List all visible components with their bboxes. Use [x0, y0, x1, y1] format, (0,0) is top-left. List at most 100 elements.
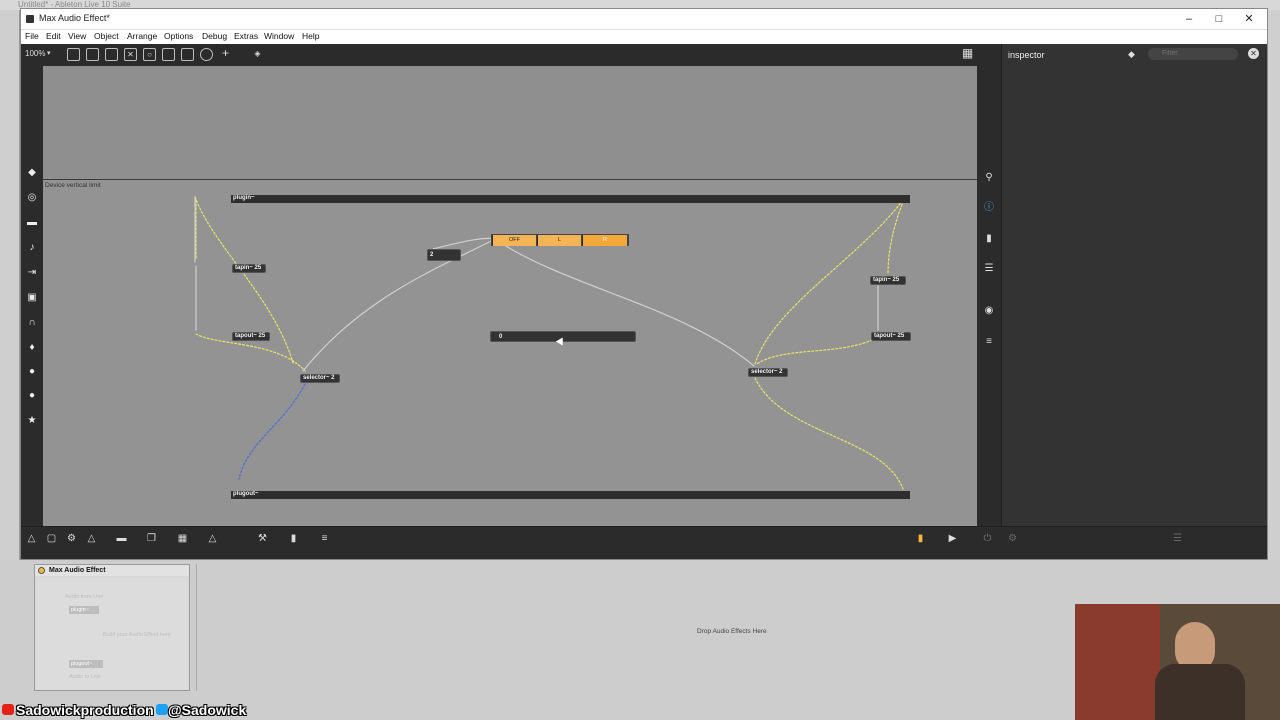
- menu-arrange[interactable]: Arrange: [127, 31, 157, 41]
- tapestry-backdrop: [1075, 604, 1160, 720]
- menu-file[interactable]: File: [25, 31, 39, 41]
- screen: Untitled* - Ableton Live 10 Suite Max Au…: [0, 0, 1280, 720]
- paint-bucket-icon[interactable]: ◈: [251, 48, 264, 61]
- star-icon[interactable]: ★: [26, 415, 38, 427]
- list-icon[interactable]: ☰: [983, 263, 995, 275]
- left-tapout-object[interactable]: tapout~ 25: [232, 332, 270, 341]
- grid-view-icon[interactable]: ▦: [961, 47, 974, 61]
- lock-icon[interactable]: △: [25, 532, 38, 545]
- settings-icon[interactable]: ⚙: [65, 532, 78, 545]
- new-object-icon[interactable]: [86, 48, 99, 61]
- max-audio-effect-device[interactable]: Max Audio Effect Audio from Live plugin~…: [34, 564, 190, 691]
- presentation-icon[interactable]: ▬: [26, 217, 38, 229]
- edit-icon[interactable]: ▢: [45, 532, 58, 545]
- left-selector-object[interactable]: selector~ 2: [300, 374, 340, 383]
- meter-icon[interactable]: ▮: [287, 532, 300, 545]
- zoom-chevron-icon[interactable]: ▾: [47, 49, 51, 57]
- lock-toggle-icon[interactable]: [67, 48, 80, 61]
- max-patcher-window: Max Audio Effect* – □ ✕ File Edit View O…: [20, 8, 1268, 560]
- live-tab-object: OFF L R: [491, 234, 629, 246]
- menu-view[interactable]: View: [68, 31, 86, 41]
- device-body: Audio from Live plugin~ Build your Audio…: [37, 578, 187, 690]
- gen-icon[interactable]: ●: [26, 390, 38, 402]
- twitter-icon: [156, 704, 168, 715]
- menu-options[interactable]: Options: [164, 31, 193, 41]
- wrench-icon[interactable]: ⚒: [256, 532, 269, 545]
- max-app-icon: [26, 15, 34, 23]
- menu-edit[interactable]: Edit: [46, 31, 61, 41]
- zoom-select[interactable]: 100%: [25, 49, 45, 58]
- menu-object[interactable]: Object: [94, 31, 119, 41]
- paperclip-icon[interactable]: ∩: [26, 317, 38, 329]
- package-icon[interactable]: ◆: [26, 167, 38, 179]
- new-number-icon[interactable]: [181, 48, 194, 61]
- new-comment-icon[interactable]: ✕: [124, 48, 137, 61]
- add-object-icon[interactable]: +: [219, 47, 232, 61]
- search-icon[interactable]: ⚲: [983, 172, 995, 184]
- plugout-object[interactable]: plugout~: [231, 491, 910, 499]
- inspector-target-icon[interactable]: ◆: [1128, 49, 1135, 60]
- plugin-object[interactable]: plugin~: [231, 195, 910, 203]
- new-toggle-icon[interactable]: [162, 48, 175, 61]
- right-selector-object[interactable]: selector~ 2: [748, 368, 788, 377]
- tab-l[interactable]: L: [538, 235, 582, 246]
- minimize-button[interactable]: –: [1177, 12, 1201, 26]
- camera-icon[interactable]: ◉: [983, 305, 995, 317]
- window-stack-icon[interactable]: ❐: [145, 532, 158, 545]
- right-tapout-object[interactable]: tapout~ 25: [871, 332, 911, 341]
- audio-from-live-label: Audio from Live: [65, 594, 104, 600]
- inspector-filter-input[interactable]: [1148, 48, 1238, 60]
- right-tapin-object[interactable]: tapin~ 25: [870, 276, 906, 285]
- inspector-close-icon[interactable]: ✕: [1248, 48, 1259, 59]
- build-hint-label: Build your Audio Effect here: [103, 632, 171, 638]
- patchcord-selector-plugout-right: [754, 377, 904, 490]
- patchcord-tab-selector-left: [302, 238, 496, 372]
- image-icon[interactable]: ▣: [26, 292, 38, 304]
- close-button[interactable]: ✕: [1237, 12, 1261, 26]
- music-note-icon[interactable]: ♪: [26, 242, 38, 254]
- step-icon[interactable]: ⇥: [26, 267, 38, 279]
- menu-bar: File Edit View Object Arrange Options De…: [21, 30, 1267, 44]
- info-icon[interactable]: ⓘ: [983, 202, 995, 214]
- patcher-canvas[interactable]: Device vertical limit plugin~ plugout~ t…: [43, 66, 977, 526]
- channel-name: Sadowickproduction: [16, 702, 154, 718]
- inspector-list-icon[interactable]: ☰: [1171, 532, 1184, 545]
- left-tapin-object[interactable]: tapin~ 25: [232, 264, 266, 273]
- grid-icon[interactable]: ▦: [176, 532, 189, 545]
- live-left-panel: [0, 10, 20, 560]
- new-dial-icon[interactable]: [200, 48, 213, 61]
- menu-extras[interactable]: Extras: [234, 31, 258, 41]
- inspector-gear-icon[interactable]: ⚙: [1006, 532, 1019, 545]
- menu-window[interactable]: Window: [264, 31, 294, 41]
- puzzle-icon[interactable]: ♦: [26, 342, 38, 354]
- new-message-icon[interactable]: [105, 48, 118, 61]
- social-overlay: Sadowickproduction @Sadowick: [0, 700, 260, 720]
- tab-off[interactable]: OFF: [493, 235, 537, 246]
- webcam-overlay: [1075, 604, 1280, 720]
- youtube-icon: [2, 704, 14, 715]
- person-body: [1155, 664, 1245, 720]
- play-icon[interactable]: ▶: [946, 532, 959, 545]
- patcher-toolbar: 100% ▾ ✕ ○ + ◈ ▦: [21, 44, 1001, 66]
- target-icon[interactable]: ◎: [26, 192, 38, 204]
- maximize-button[interactable]: □: [1207, 12, 1231, 26]
- plugin-object-label: plugin~: [233, 195, 255, 201]
- mixer-icon[interactable]: ≡: [983, 336, 995, 348]
- device-activator-icon[interactable]: [38, 567, 45, 574]
- new-button-icon[interactable]: ○: [143, 48, 156, 61]
- number-box[interactable]: 2: [427, 249, 461, 261]
- align-icon[interactable]: △: [206, 532, 219, 545]
- reference-icon[interactable]: ▮: [983, 233, 995, 245]
- audio-to-live-label: Audio to Live: [69, 674, 101, 680]
- power-icon[interactable]: ⏻: [981, 532, 994, 545]
- tab-r[interactable]: R: [583, 235, 628, 246]
- warning-icon[interactable]: △: [85, 532, 98, 545]
- dsp-icon[interactable]: ≡: [318, 532, 331, 545]
- device-plugin-box: plugin~: [69, 606, 99, 614]
- left-sidebar: ◆ ◎ ▬ ♪ ⇥ ▣ ∩ ♦ ● ● ★: [21, 66, 43, 526]
- menu-help[interactable]: Help: [302, 31, 319, 41]
- v8-icon[interactable]: ●: [26, 366, 38, 378]
- audio-meter-icon[interactable]: ▮: [914, 532, 927, 545]
- menu-debug[interactable]: Debug: [202, 31, 227, 41]
- presentation-mode-icon[interactable]: ▬: [115, 532, 128, 545]
